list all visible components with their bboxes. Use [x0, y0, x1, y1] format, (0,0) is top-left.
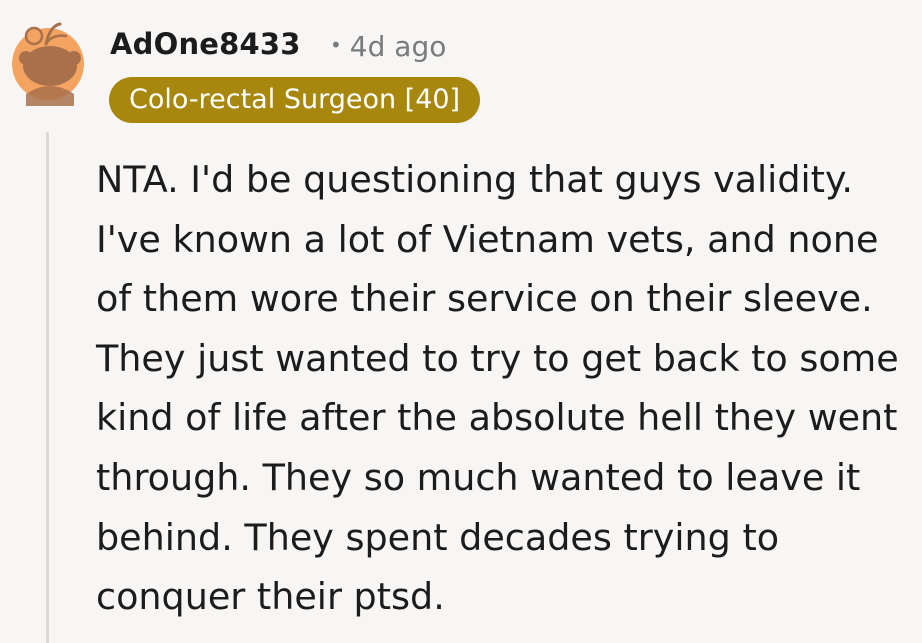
comment-body: NTA. I'd be questioning that guys validi… — [96, 158, 899, 619]
username-link[interactable]: AdOne8433 — [110, 27, 301, 61]
separator-dot: • — [330, 33, 342, 57]
comment-meta: • 4d ago — [330, 30, 446, 63]
timestamp[interactable]: 4d ago — [350, 30, 447, 63]
comment: AdOne8433 • 4d ago Colo-rectal Surgeon [4… — [0, 0, 922, 643]
thread-line[interactable] — [46, 132, 49, 643]
user-flair-badge: Colo-rectal Surgeon [40] — [109, 77, 481, 123]
snoo-avatar-icon[interactable] — [12, 14, 84, 106]
